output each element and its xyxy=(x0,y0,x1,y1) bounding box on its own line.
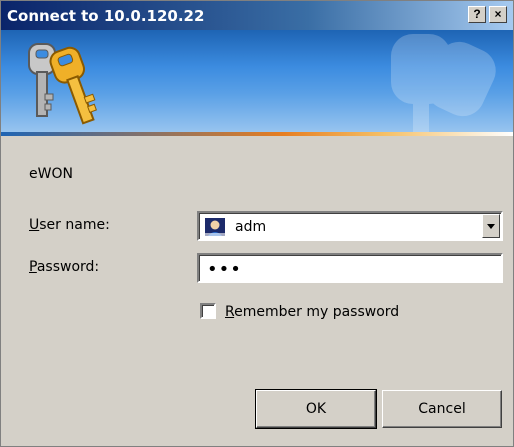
password-value: ••• xyxy=(207,259,242,280)
help-button[interactable]: ? xyxy=(468,6,486,23)
password-label: Password: xyxy=(29,259,99,275)
close-button[interactable]: × xyxy=(489,6,507,23)
dialog-banner xyxy=(1,30,513,136)
chevron-down-icon xyxy=(487,224,495,229)
username-combobox[interactable]: adm xyxy=(197,211,503,241)
password-label-accel: P xyxy=(29,259,37,275)
password-field[interactable]: ••• xyxy=(197,253,503,283)
password-label-rest: assword: xyxy=(36,259,100,275)
cancel-button[interactable]: Cancel xyxy=(382,390,502,428)
remember-password-checkbox[interactable] xyxy=(200,303,216,319)
username-dropdown-button[interactable] xyxy=(482,214,500,238)
realm-label: eWON xyxy=(29,166,73,182)
username-label: User name: xyxy=(29,217,110,233)
banner-watermark-icon xyxy=(391,34,496,136)
title-bar[interactable]: Connect to 10.0.120.22 ? × xyxy=(1,1,513,30)
username-label-rest: ser name: xyxy=(39,217,110,233)
remember-password-label[interactable]: Remember my password xyxy=(225,304,399,320)
user-icon xyxy=(205,218,225,236)
remember-label-rest: emember my password xyxy=(234,304,400,320)
window-title: Connect to 10.0.120.22 xyxy=(7,7,205,25)
username-value: adm xyxy=(235,219,267,235)
keys-icon xyxy=(28,43,97,125)
remember-label-accel: R xyxy=(225,304,235,320)
banner-accent-line xyxy=(1,132,513,136)
username-label-accel: U xyxy=(29,217,40,233)
ok-button[interactable]: OK xyxy=(255,389,377,429)
login-dialog: Connect to 10.0.120.22 ? × eWON User nam… xyxy=(0,0,514,447)
